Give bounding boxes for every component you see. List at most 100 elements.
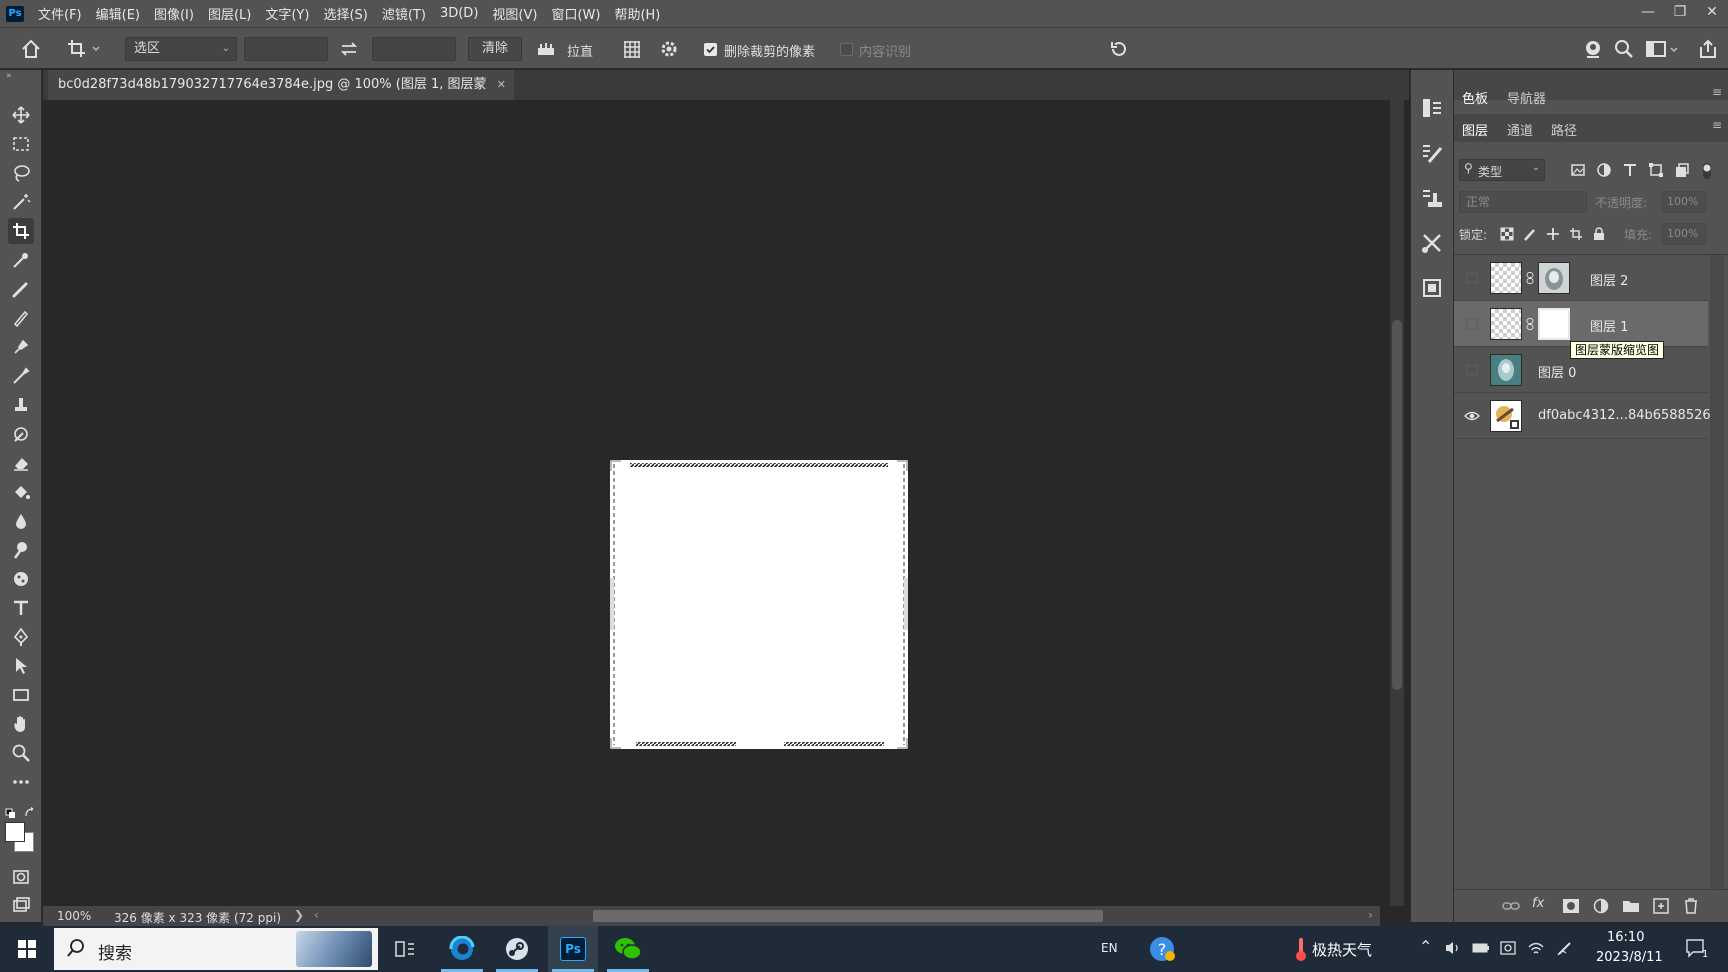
properties-panel-icon[interactable]: [1419, 275, 1445, 301]
history-brush-tool-icon[interactable]: [8, 363, 34, 389]
sponge-tool-icon[interactable]: [8, 566, 34, 592]
straighten-label[interactable]: 拉直: [567, 41, 593, 60]
layer-thumbnail[interactable]: [1490, 400, 1522, 432]
crop-tool-preset-picker[interactable]: [66, 37, 102, 61]
move-tool-icon[interactable]: [8, 102, 34, 128]
share-icon[interactable]: [1697, 38, 1719, 60]
swap-icon[interactable]: [338, 38, 360, 60]
chain-link-icon[interactable]: [1526, 272, 1534, 284]
blend-mode-select[interactable]: 正常: [1459, 191, 1587, 213]
menu-help[interactable]: 帮助(H): [614, 4, 660, 23]
layers-scrollbar[interactable]: [1710, 255, 1724, 889]
filter-pixel-icon[interactable]: [1569, 161, 1587, 179]
lock-position-icon[interactable]: [1546, 227, 1560, 241]
menu-view[interactable]: 视图(V): [492, 4, 537, 23]
layer-thumbnail[interactable]: [1490, 308, 1522, 340]
delete-cropped-checkbox[interactable]: [704, 43, 717, 56]
foreground-color-swatch[interactable]: [5, 822, 25, 842]
paint-bucket-tool-icon[interactable]: [8, 479, 34, 505]
document-tab[interactable]: bc0d28f73d48b179032717764e3784e.jpg @ 10…: [48, 70, 514, 122]
panel-menu-icon[interactable]: ≡: [1712, 85, 1722, 99]
visibility-toggle[interactable]: [1464, 362, 1480, 378]
new-group-icon[interactable]: [1622, 898, 1640, 914]
menu-filter[interactable]: 滤镜(T): [382, 4, 426, 23]
rectangle-tool-icon[interactable]: [8, 682, 34, 708]
add-mask-icon[interactable]: [1562, 898, 1580, 914]
marquee-tool-icon[interactable]: [8, 131, 34, 157]
filter-adjustment-icon[interactable]: [1595, 161, 1613, 179]
new-layer-icon[interactable]: [1652, 898, 1670, 914]
document-size-info[interactable]: 326 像素 x 323 像素 (72 ppi): [114, 909, 281, 926]
filter-type-icon[interactable]: [1621, 161, 1639, 179]
restore-button[interactable]: ❐: [1664, 0, 1696, 24]
quick-mask-icon[interactable]: [8, 864, 34, 890]
scroll-right-icon[interactable]: ›: [1368, 908, 1373, 922]
layer-thumbnail[interactable]: [1490, 354, 1522, 386]
lasso-tool-icon[interactable]: [8, 160, 34, 186]
dodge-tool-icon[interactable]: [8, 537, 34, 563]
canvas-area[interactable]: [43, 100, 1404, 908]
tab-swatches[interactable]: 色板: [1462, 88, 1488, 107]
menu-edit[interactable]: 编辑(E): [96, 4, 140, 23]
layer-name[interactable]: 图层 2: [1590, 270, 1628, 289]
lock-all-icon[interactable]: [1592, 227, 1606, 241]
layer-name[interactable]: 图层 0: [1538, 362, 1576, 381]
filter-toggle-icon[interactable]: [1701, 162, 1713, 180]
discover-icon[interactable]: [1582, 38, 1604, 60]
healing-brush-tool-icon[interactable]: [8, 276, 34, 302]
close-window-button[interactable]: ✕: [1696, 0, 1728, 24]
clock-time[interactable]: 16:10: [1607, 930, 1644, 945]
stamp-tool-icon[interactable]: [8, 392, 34, 418]
height-input[interactable]: [372, 37, 456, 61]
menu-file[interactable]: 文件(F): [38, 4, 82, 23]
vertical-scrollbar[interactable]: [1390, 100, 1404, 906]
search-icon[interactable]: [1613, 38, 1635, 60]
zoom-tool-icon[interactable]: [8, 740, 34, 766]
crop-tool-icon[interactable]: [8, 218, 34, 244]
opacity-input[interactable]: 100%: [1662, 191, 1706, 213]
taskbar-search-box[interactable]: 搜索: [54, 928, 378, 970]
layer-mask-thumbnail[interactable]: [1538, 308, 1570, 340]
menu-3d[interactable]: 3D(D): [440, 6, 478, 21]
menu-type[interactable]: 文字(Y): [265, 4, 309, 23]
photoshop-taskbar-icon[interactable]: Ps: [548, 926, 598, 972]
layers-panel-menu-icon[interactable]: ≡: [1712, 118, 1722, 132]
volume-icon[interactable]: [1444, 939, 1462, 957]
history-panel-icon[interactable]: [1419, 95, 1445, 121]
fill-input[interactable]: 100%: [1662, 223, 1706, 245]
help-icon[interactable]: ?: [1148, 935, 1176, 963]
weather-label[interactable]: 极热天气: [1312, 939, 1372, 960]
collapse-toolbar-icon[interactable]: »: [6, 71, 12, 81]
layer-filter-select[interactable]: ⚲ 类型 ⌄: [1459, 159, 1545, 181]
status-menu-arrow-icon[interactable]: ❯: [294, 908, 304, 922]
wechat-icon[interactable]: [603, 926, 653, 972]
chevron-up-icon[interactable]: ⌃: [1419, 937, 1432, 956]
more-tools-icon[interactable]: [8, 769, 34, 795]
straighten-icon[interactable]: [535, 38, 557, 60]
ratio-select[interactable]: 选区 ⌄: [125, 37, 237, 61]
clone-source-panel-icon[interactable]: [1419, 185, 1445, 211]
width-input[interactable]: [244, 37, 328, 61]
menu-layer[interactable]: 图层(L): [208, 4, 251, 23]
filter-smart-object-icon[interactable]: [1673, 161, 1691, 179]
visibility-toggle[interactable]: [1464, 316, 1480, 332]
steam-icon[interactable]: [492, 926, 542, 972]
wifi-icon[interactable]: [1527, 939, 1545, 957]
trash-icon[interactable]: [1682, 898, 1700, 914]
link-layers-icon[interactable]: [1502, 898, 1520, 914]
eye-icon[interactable]: [1464, 408, 1480, 424]
clone-stamp-tool-icon[interactable]: [8, 334, 34, 360]
layer-name[interactable]: df0abc4312...84b6588526: [1538, 408, 1711, 423]
path-selection-tool-icon[interactable]: [8, 653, 34, 679]
screen-mode-icon[interactable]: [8, 892, 34, 918]
eraser-tool-icon[interactable]: [8, 450, 34, 476]
lock-artboard-icon[interactable]: [1569, 227, 1583, 241]
pen-ink-icon[interactable]: [1556, 939, 1574, 957]
visibility-toggle[interactable]: [1464, 270, 1480, 286]
blur-tool-icon[interactable]: [8, 508, 34, 534]
input-language[interactable]: EN: [1101, 941, 1118, 955]
task-view-icon[interactable]: [380, 926, 430, 972]
swap-colors-icon[interactable]: [24, 806, 36, 819]
layer-row-2[interactable]: 图层 2: [1454, 255, 1708, 301]
menu-window[interactable]: 窗口(W): [551, 4, 600, 23]
